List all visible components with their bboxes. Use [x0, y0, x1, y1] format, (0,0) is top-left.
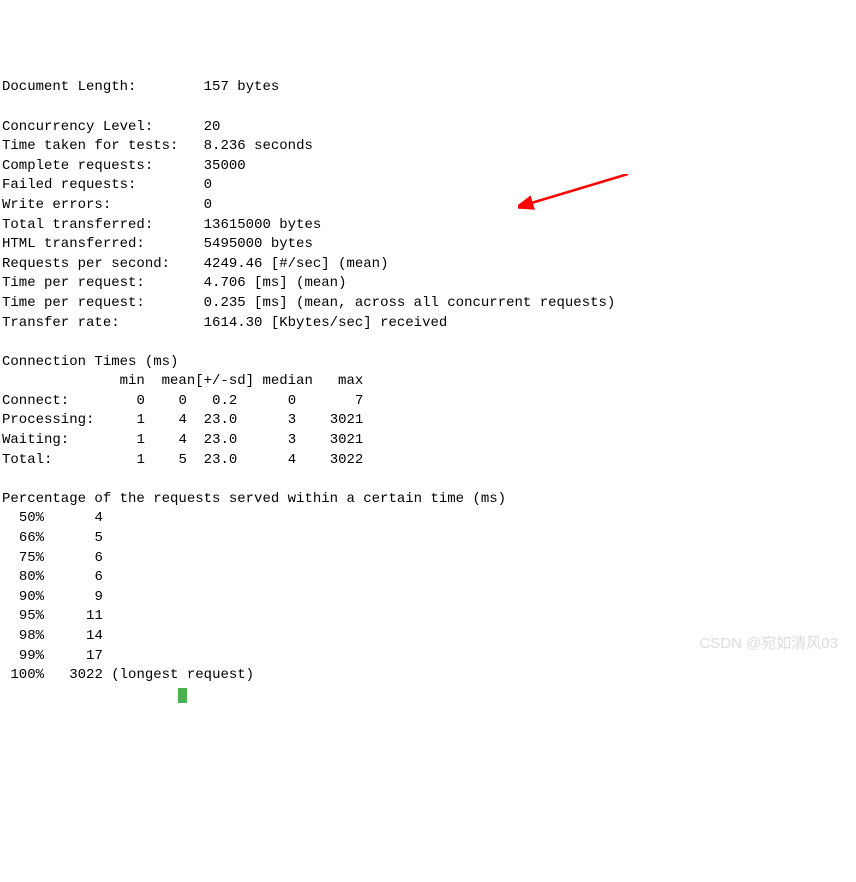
- pct-row-90: 90% 9: [2, 589, 103, 605]
- total-row: Total: 1 5 23.0 4 3022: [2, 452, 363, 468]
- percentages-title: Percentage of the requests served within…: [2, 491, 506, 507]
- concurrency-level-row: Concurrency Level: 20: [2, 119, 220, 135]
- pct-row-98: 98% 14: [2, 628, 103, 644]
- complete-requests-row: Complete requests: 35000: [2, 158, 246, 174]
- transfer-rate-row: Transfer rate: 1614.30 [Kbytes/sec] rece…: [2, 315, 447, 331]
- pct-row-75: 75% 6: [2, 550, 103, 566]
- time-taken-row: Time taken for tests: 8.236 seconds: [2, 138, 313, 154]
- pct-row-99: 99% 17: [2, 648, 103, 664]
- waiting-row: Waiting: 1 4 23.0 3 3021: [2, 432, 363, 448]
- connection-times-title: Connection Times (ms): [2, 354, 178, 370]
- write-errors-row: Write errors: 0: [2, 197, 212, 213]
- failed-requests-row: Failed requests: 0: [2, 177, 212, 193]
- connect-row: Connect: 0 0 0.2 0 7: [2, 393, 363, 409]
- pct-row-66: 66% 5: [2, 530, 103, 546]
- pct-row-50: 50% 4: [2, 510, 103, 526]
- pct-row-100: 100% 3022 (longest request): [2, 667, 254, 683]
- connection-times-header: min mean[+/-sd] median max: [2, 373, 363, 389]
- total-transferred-row: Total transferred: 13615000 bytes: [2, 217, 321, 233]
- document-length-row: Document Length: 157 bytes: [2, 79, 279, 95]
- terminal-cursor: [178, 688, 187, 703]
- pct-row-95: 95% 11: [2, 608, 103, 624]
- time-per-request-1-row: Time per request: 4.706 [ms] (mean): [2, 275, 346, 291]
- processing-row: Processing: 1 4 23.0 3 3021: [2, 412, 363, 428]
- terminal-output: Document Length: 157 bytes Concurrency L…: [0, 78, 856, 705]
- time-per-request-2-row: Time per request: 0.235 [ms] (mean, acro…: [2, 295, 615, 311]
- requests-per-second-row: Requests per second: 4249.46 [#/sec] (me…: [2, 256, 388, 272]
- html-transferred-row: HTML transferred: 5495000 bytes: [2, 236, 313, 252]
- pct-row-80: 80% 6: [2, 569, 103, 585]
